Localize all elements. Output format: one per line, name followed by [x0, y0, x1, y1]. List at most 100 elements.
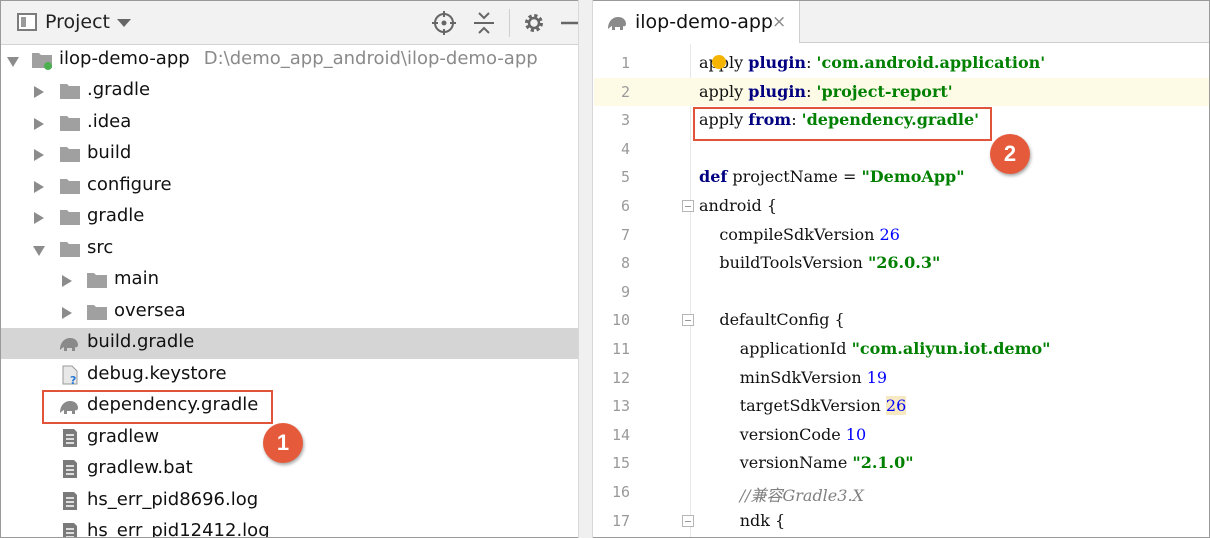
code-line[interactable]: 17 ndk { — [594, 507, 1209, 535]
code-line[interactable]: 13 targetSdkVersion 26 — [594, 392, 1209, 420]
expand-arrow-icon[interactable] — [62, 275, 72, 287]
code-text: defaultConfig { — [699, 310, 844, 329]
code-token: buildToolsVersion — [699, 253, 868, 273]
code-token: "26.0.3" — [867, 253, 941, 273]
tree-item[interactable]: build — [1, 139, 578, 170]
code-token: applicationId — [699, 339, 852, 358]
root-label: ilop-demo-app — [59, 48, 190, 69]
code-token: versionCode — [699, 424, 846, 444]
fold-marker-icon[interactable] — [682, 314, 694, 327]
tree-item[interactable]: main — [1, 265, 578, 296]
tree-item[interactable]: hs_err_pid8696.log — [1, 486, 578, 517]
folder-icon — [60, 179, 80, 194]
code-line[interactable]: 5 def projectName = "DemoApp" — [594, 163, 1209, 191]
tab-label: ilop-demo-app — [635, 11, 773, 33]
tree-item[interactable]: configure — [1, 171, 578, 202]
tree-item[interactable]: ? debug.keystore — [1, 360, 578, 391]
minimize-icon[interactable] — [559, 10, 578, 36]
close-icon[interactable]: × — [772, 12, 786, 32]
tree-item[interactable]: .idea — [1, 108, 578, 139]
expand-arrow-icon[interactable] — [34, 118, 44, 130]
collapse-all-icon[interactable] — [471, 10, 497, 36]
expand-arrow-icon[interactable] — [34, 149, 44, 161]
tree-item-label: main — [114, 268, 159, 289]
line-number: 8 — [620, 254, 630, 273]
code-token: 26 — [879, 224, 900, 244]
folder-icon — [60, 242, 80, 257]
text-file-icon — [63, 523, 77, 537]
code-line[interactable]: 8 buildToolsVersion "26.0.3" — [594, 249, 1209, 277]
editor-tab[interactable]: ilop-demo-app × — [594, 1, 800, 43]
code-token: android { — [699, 196, 777, 215]
header-separator — [509, 9, 510, 37]
code-token: 26 — [885, 396, 907, 416]
folder-icon — [60, 116, 80, 131]
tree-root[interactable]: ilop-demo-app D:\demo_app_android\ilop-de… — [1, 45, 578, 76]
code-line[interactable]: 7 compileSdkVersion 26 — [594, 221, 1209, 249]
unknown-file-icon: ? — [62, 365, 78, 385]
chevron-down-icon[interactable] — [117, 19, 131, 27]
code-line[interactable]: 2 apply plugin: 'project-report' — [594, 77, 1209, 106]
tree-item-label: debug.keystore — [87, 363, 227, 384]
tree-item-selected[interactable]: build.gradle — [1, 328, 578, 359]
code-line[interactable]: 16 //兼容Gradle3.X — [594, 478, 1209, 506]
root-path: D:\demo_app_android\ilop-demo-app — [203, 48, 538, 69]
code-text: //兼容Gradle3.X — [699, 482, 864, 506]
code-text: buildToolsVersion "26.0.3" — [699, 253, 940, 272]
line-number: 17 — [611, 511, 630, 530]
code-text: applicationId "com.aliyun.iot.demo" — [699, 339, 1051, 358]
text-file-icon — [63, 492, 77, 510]
line-number: 2 — [620, 82, 630, 101]
code-text: targetSdkVersion 26 — [699, 396, 907, 416]
expand-arrow-icon[interactable] — [34, 86, 44, 98]
line-number: 7 — [620, 225, 630, 244]
code-line[interactable]: 6 android { — [594, 192, 1209, 220]
tree-item[interactable]: hs_err_pid12412.log — [1, 517, 578, 537]
callout-badge-2: 2 — [990, 134, 1030, 174]
tree-item[interactable]: src — [1, 234, 578, 265]
gear-icon[interactable] — [521, 10, 547, 36]
tree-item[interactable]: oversea — [1, 297, 578, 328]
line-number: 11 — [611, 340, 630, 358]
code-line[interactable]: 12 minSdkVersion 19 — [594, 364, 1209, 392]
code-line[interactable]: 14 versionCode 10 — [594, 421, 1209, 449]
expand-arrow-icon[interactable] — [33, 246, 45, 256]
tree-item[interactable]: gradle — [1, 202, 578, 233]
tree-item-label: configure — [87, 174, 172, 195]
expand-arrow-icon[interactable] — [62, 307, 72, 319]
fold-marker-icon[interactable] — [682, 514, 694, 527]
code-line[interactable]: 1 apply plugin: 'com.android.application' — [594, 49, 1209, 77]
code-token: : — [806, 81, 817, 101]
code-line[interactable]: 15 versionName "2.1.0" — [594, 449, 1209, 477]
expand-arrow-icon[interactable] — [34, 212, 44, 224]
line-number: 14 — [611, 425, 630, 444]
tree-item-label: oversea — [114, 300, 186, 321]
panel-title[interactable]: Project — [45, 11, 110, 33]
fold-marker-icon[interactable] — [682, 200, 694, 212]
panel-divider[interactable] — [578, 0, 593, 538]
code-token: plugin — [748, 53, 807, 72]
code-text: minSdkVersion 19 — [699, 368, 887, 387]
tree-item-label: hs_err_pid8696.log — [87, 489, 259, 510]
code-text: versionName "2.1.0" — [699, 453, 914, 472]
code-token: plugin — [748, 81, 807, 101]
code-token: ndk { — [699, 510, 786, 530]
code-line[interactable]: 10 defaultConfig { — [594, 306, 1209, 334]
tree-item-label: gradle — [87, 205, 145, 226]
project-panel: Project ilop-demo-app D:\demo_app_androi… — [1, 1, 578, 537]
line-number: 15 — [611, 454, 630, 473]
code-line[interactable]: 11 applicationId "com.aliyun.iot.demo" — [594, 335, 1209, 363]
expand-arrow-icon[interactable] — [7, 57, 19, 67]
callout-box-1 — [42, 390, 273, 424]
tree-item[interactable]: .gradle — [1, 76, 578, 107]
code-token: minSdkVersion — [699, 367, 867, 387]
lightbulb-icon[interactable] — [712, 55, 726, 69]
tree-item-label: src — [87, 237, 114, 258]
line-number: 16 — [611, 483, 630, 501]
code-line[interactable]: 9 — [594, 278, 1209, 306]
folder-icon — [60, 84, 80, 99]
code-text: apply plugin: 'project-report' — [699, 82, 953, 101]
expand-arrow-icon[interactable] — [34, 181, 44, 193]
code-text: apply plugin: 'com.android.application' — [699, 53, 1045, 72]
locate-icon[interactable] — [431, 10, 457, 36]
